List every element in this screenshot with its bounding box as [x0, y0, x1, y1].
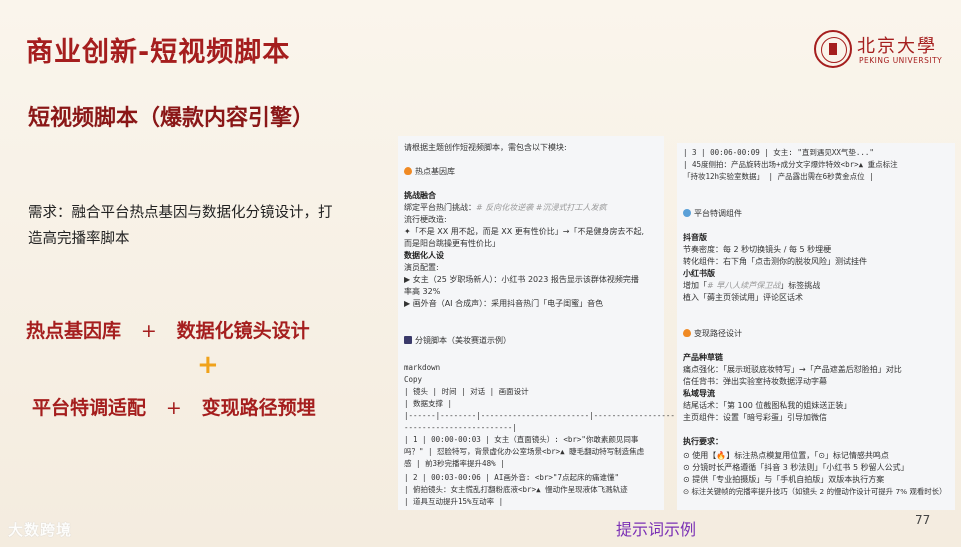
- slide: 商业创新-短视频脚本 北京大學 PEKING UNIVERSITY 短视频脚本（…: [0, 0, 961, 547]
- table-row-2a: | 2 | 00:03-00:06 | AI画外音: <br>"7点起床的痛谁懂…: [404, 473, 619, 482]
- table-row-1a: | 1 | 00:00-00:03 | 女主（直面镜头）: <br>"你敢素颜见…: [404, 435, 639, 444]
- cast-heading: 演员配置:: [404, 263, 439, 272]
- formula-plus-1: +: [140, 320, 157, 342]
- requirements-heading: 执行要求：: [683, 437, 723, 446]
- douyin-line-2: 转化组件：右下角「点击测你的脱妆风险」测试挂件: [683, 257, 867, 266]
- formula-term-monetize: 变现路径预埋: [201, 397, 316, 419]
- university-seal-icon: [814, 30, 852, 68]
- table-row-1b: 吗？" | 怼脸特写，背景虚化办公室场景<br>▲ 睫毛翻动特写制造焦虑: [404, 447, 645, 456]
- table-header-2: | 数据支撑 |: [404, 399, 453, 408]
- douyin-line-1: 节奏密度：每 2 秒切换镜头 / 每 5 秒埋梗: [683, 245, 832, 254]
- film-icon: [404, 336, 412, 344]
- table-sep-2: ------------------------|: [404, 423, 517, 432]
- bind-challenge-line: 绑定平台热门挑战：# 反向化妆逆袭 #沉浸式打工人发疯: [404, 203, 607, 212]
- requirement-2: ⊙ 分镜时长严格遵循「抖音 3 秒法则」「小红书 5 秒留人公式」: [683, 463, 909, 472]
- requirement-text: 需求：融合平台热点基因与数据化分镜设计，打 造高完播率脚本: [28, 200, 378, 252]
- caption-prompt-example: 提示词示例: [616, 520, 697, 539]
- globe-icon: [683, 209, 691, 217]
- table-row-3b: | 45度侧拍：产品旋转出场+成分文字爆炸特效<br>▲ 重点标注: [683, 160, 898, 169]
- formula-term-platform: 平台特调适配: [32, 397, 147, 419]
- xhs-heading: 小红书版: [683, 269, 715, 278]
- table-sep-1: |------|--------|-----------------------…: [404, 411, 675, 420]
- chain-heading: 产品种草链: [683, 353, 723, 362]
- requirement-3: ⊙ 提供「专业拍摄版」与「手机自拍版」双版本执行方案: [683, 475, 885, 484]
- table-row-3c: 「持妆12h实验室数据」 | 产品露出需在6秒黄金点位 |: [683, 172, 874, 181]
- requirement-line-1: 需求：融合平台热点基因与数据化分镜设计，打: [28, 205, 333, 221]
- requirement-line-2: 造高完播率脚本: [28, 231, 130, 247]
- section-platform-heading: 平台特调组件: [683, 208, 742, 220]
- prompt-panel-left: 请根据主题创作短视频脚本，需包含以下模块: 热点基因库 挑战融合 绑定平台热门挑…: [398, 136, 675, 510]
- prompt-panel-right: | 3 | 00:06-00:09 | 女主: "直到遇见XX气垫..." | …: [677, 143, 955, 510]
- voice-line: ▶ 画外音（AI 合成声）：采用抖音热门「电子闺蜜」音色: [404, 299, 604, 308]
- chain-line-1: 痛点强化：「展示斑驳底妆特写」→「产品遮盖后怼脸拍」对比: [683, 365, 902, 374]
- table-row-1c: 感 | 前3秒完播率提升48% |: [404, 459, 505, 468]
- private-line-2: 主页组件：设置「暗号彩蛋」引导加微信: [683, 413, 827, 422]
- cast-line-2: 率高 32%: [404, 287, 441, 296]
- formula-term-hotspot: 热点基因库: [26, 320, 122, 342]
- douyin-heading: 抖音版: [683, 233, 707, 242]
- requirement-4: ⊙ 标注关键帧的完播率提升技巧（如镜头 2 的慢动作设计可提升 7% 观看时长）: [683, 487, 947, 496]
- private-line-1: 结尾话术：「第 100 位截图私我的姐妹送正装」: [683, 401, 852, 410]
- section-hotspot-heading: 热点基因库: [404, 166, 455, 178]
- meme-line-1: ✦「不是 XX 用不起，而是 XX 更有性价比」→「不是健身房去不起,: [404, 227, 645, 236]
- formula-term-data-shots: 数据化镜头设计: [176, 320, 310, 342]
- formula-plus-center: +: [197, 350, 219, 380]
- peking-university-logo: 北京大學 PEKING UNIVERSITY: [814, 30, 954, 72]
- table-header-1: | 镜头 | 时间 | 对话 | 画面设计: [404, 387, 529, 396]
- table-row-3a: | 3 | 00:06-00:09 | 女主: "直到遇见XX气垫...": [683, 148, 874, 157]
- logo-cn-text: 北京大學: [857, 36, 937, 57]
- chain-line-2: 信任背书：弹出实验室持妆数据浮动字幕: [683, 377, 827, 386]
- xhs-line-2: 植入「薅主页领试用」评论区话术: [683, 293, 803, 302]
- formula-row-1: 热点基因库 + 数据化镜头设计: [26, 316, 310, 343]
- table-row-2b: | 俯拍镜头：女主慌乱打翻粉底液<br>▲ 慢动作呈现液体飞溅轨迹: [404, 485, 628, 494]
- page-number: 77: [915, 513, 931, 527]
- fire-icon: [404, 167, 412, 175]
- section-storyboard-heading: 分镜脚本（美妆赛道示例）: [404, 335, 511, 347]
- persona-heading: 数据化人设: [404, 251, 444, 260]
- table-row-2c: | 道具互动提升15%互动率 |: [404, 497, 504, 506]
- formula-plus-2: +: [165, 397, 182, 419]
- xhs-line-1: 增加「# 早八人续芦保卫战」标签挑战: [683, 281, 821, 290]
- private-heading: 私域导流: [683, 389, 715, 398]
- meme-heading: 流行梗改造:: [404, 215, 447, 224]
- cast-line-1: ▶ 女主（25 岁职场新人）：小红书 2023 报告显示该群体视频完播: [404, 275, 639, 284]
- requirement-1: ⊙ 使用【🔥】标注热点模复用位置，「⊙」标记情感共鸣点: [683, 451, 889, 460]
- meme-line-2: 而是阳台跳操更有性价比」: [404, 239, 500, 248]
- copy-button[interactable]: Copy: [404, 374, 422, 386]
- code-lang-label: markdown: [404, 363, 441, 372]
- fire-icon: [683, 329, 691, 337]
- prompt-intro: 请根据主题创作短视频脚本，需包含以下模块:: [404, 143, 567, 152]
- formula-row-2: 平台特调适配 + 变现路径预埋: [32, 393, 316, 420]
- slide-title: 商业创新-短视频脚本: [26, 37, 291, 68]
- watermark-brand: 大数跨境: [8, 521, 73, 539]
- section-monetize-heading: 变现路径设计: [683, 328, 742, 340]
- slide-subtitle: 短视频脚本（爆款内容引擎）: [28, 106, 315, 131]
- challenge-heading: 挑战融合: [404, 191, 436, 200]
- logo-en-text: PEKING UNIVERSITY: [859, 56, 943, 65]
